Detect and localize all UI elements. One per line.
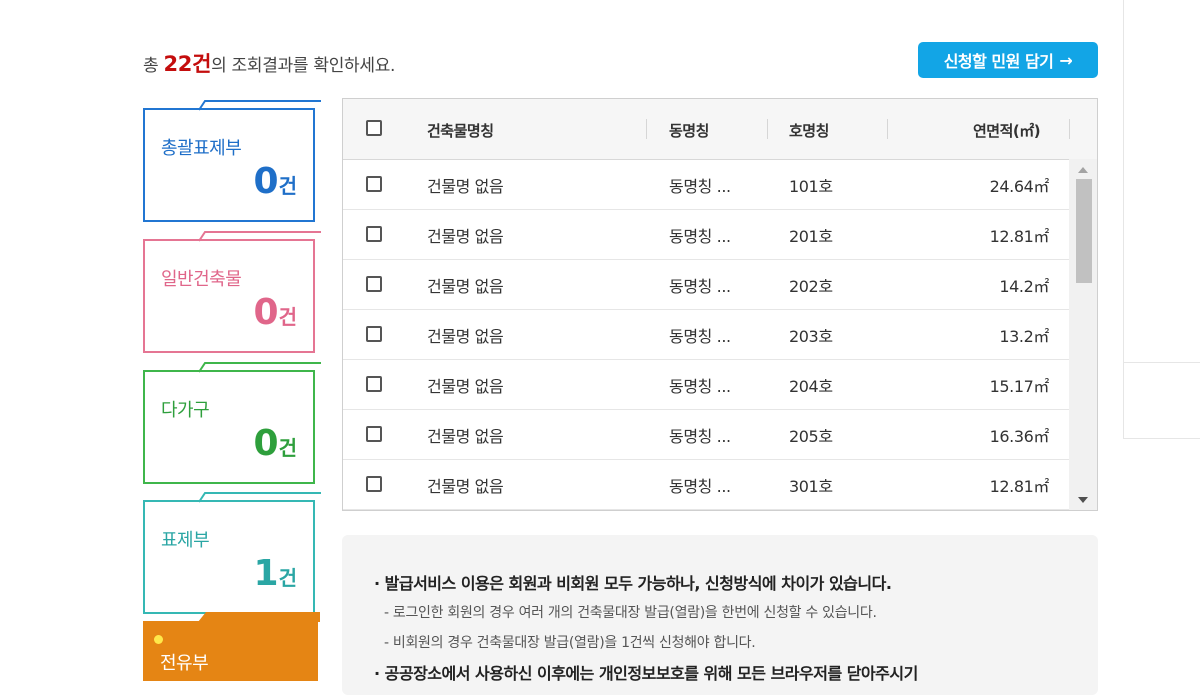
side-panel — [1123, 0, 1200, 439]
result-table: 건축물명칭 동명칭 호명칭 연면적(㎡) 건물명 없음 동명칭 ... 101호… — [342, 98, 1098, 511]
cell-ho: 204호 — [789, 377, 833, 396]
header-dong: 동명칭 — [669, 122, 709, 140]
table-row[interactable]: 건물명 없음 동명칭 ... 202호 14.2㎡ — [343, 259, 1069, 310]
arrow-right-icon: → — [1059, 50, 1073, 70]
notice-sub-1: - 로그인한 회원의 경우 여러 개의 건축물대장 발급(열람)을 한번에 신청… — [384, 605, 877, 621]
cell-building-name: 건물명 없음 — [427, 227, 504, 246]
category-card-multi-family[interactable]: 다가구 0건 — [143, 362, 321, 484]
category-card-general-building[interactable]: 일반건축물 0건 — [143, 231, 321, 353]
cell-dong: 동명칭 ... — [669, 427, 731, 446]
cell-dong: 동명칭 ... — [669, 277, 731, 296]
table-header: 건축물명칭 동명칭 호명칭 연면적(㎡) — [343, 99, 1097, 160]
selected-dot-icon — [154, 635, 163, 644]
table-row[interactable]: 건물명 없음 동명칭 ... 203호 13.2㎡ — [343, 309, 1069, 360]
cell-dong: 동명칭 ... — [669, 377, 731, 396]
service-notice: · 발급서비스 이용은 회원과 비회원 모두 가능하나, 신청방식에 차이가 있… — [342, 535, 1098, 695]
cell-building-name: 건물명 없음 — [427, 377, 504, 396]
table-row[interactable]: 건물명 없음 동명칭 ... 204호 15.17㎡ — [343, 359, 1069, 410]
row-checkbox[interactable] — [366, 326, 382, 342]
header-area: 연면적(㎡) — [973, 122, 1041, 140]
header-building-name: 건축물명칭 — [427, 122, 494, 140]
category-card-general-title[interactable]: 총괄표제부 0건 — [143, 100, 321, 222]
table-body: 건물명 없음 동명칭 ... 101호 24.64㎡ 건물명 없음 동명칭 ..… — [343, 159, 1069, 510]
notice-main-1: · 발급서비스 이용은 회원과 비회원 모두 가능하나, 신청방식에 차이가 있… — [374, 574, 892, 593]
cell-ho: 202호 — [789, 277, 833, 296]
cell-building-name: 건물명 없음 — [427, 427, 504, 446]
row-checkbox[interactable] — [366, 426, 382, 442]
row-checkbox[interactable] — [366, 376, 382, 392]
category-label: 전유부 — [160, 653, 209, 674]
cell-building-name: 건물명 없음 — [427, 477, 504, 496]
notice-sub-2: - 비회원의 경우 건축물대장 발급(열람)을 1건씩 신청해야 합니다. — [384, 635, 756, 651]
side-panel-divider — [1124, 362, 1200, 363]
notice-main-2: · 공공장소에서 사용하신 이후에는 개인정보보호를 위해 모든 브라우저를 닫… — [374, 664, 918, 683]
header-separator — [767, 119, 768, 139]
header-separator — [646, 119, 647, 139]
cell-building-name: 건물명 없음 — [427, 277, 504, 296]
row-checkbox[interactable] — [366, 276, 382, 292]
cell-building-name: 건물명 없음 — [427, 177, 504, 196]
row-checkbox[interactable] — [366, 476, 382, 492]
scroll-down-icon[interactable] — [1078, 497, 1088, 503]
table-row[interactable]: 건물명 없음 동명칭 ... 201호 12.81㎡ — [343, 209, 1069, 260]
card-tab — [199, 492, 321, 503]
cell-building-name: 건물명 없음 — [427, 327, 504, 346]
row-checkbox[interactable] — [366, 226, 382, 242]
category-card-title-part[interactable]: 표제부 1건 — [143, 492, 321, 614]
scroll-thumb[interactable] — [1076, 179, 1092, 283]
category-label: 다가구 — [161, 400, 210, 421]
cell-area: 24.64㎡ — [989, 177, 1050, 196]
table-row[interactable]: 건물명 없음 동명칭 ... 101호 24.64㎡ — [343, 159, 1069, 210]
result-count: 22건 — [163, 52, 212, 76]
scroll-up-icon[interactable] — [1078, 167, 1088, 173]
cell-area: 16.36㎡ — [989, 427, 1050, 446]
cell-ho: 203호 — [789, 327, 833, 346]
cell-area: 12.81㎡ — [989, 477, 1050, 496]
card-tab — [199, 231, 321, 242]
cell-ho: 101호 — [789, 177, 833, 196]
cell-dong: 동명칭 ... — [669, 177, 731, 196]
header-ho: 호명칭 — [789, 122, 829, 140]
cell-ho: 301호 — [789, 477, 833, 496]
header-separator — [1069, 119, 1070, 139]
add-application-button[interactable]: 신청할 민원 담기 → — [918, 42, 1098, 78]
row-checkbox[interactable] — [366, 176, 382, 192]
result-summary: 총 22건의 조회결과를 확인하세요. — [143, 48, 395, 78]
cell-dong: 동명칭 ... — [669, 227, 731, 246]
category-label: 표제부 — [161, 530, 210, 551]
cell-dong: 동명칭 ... — [669, 477, 731, 496]
table-row[interactable]: 건물명 없음 동명칭 ... 205호 16.36㎡ — [343, 409, 1069, 460]
category-count: 0건 — [253, 292, 297, 333]
cell-area: 12.81㎡ — [989, 227, 1050, 246]
card-tab — [198, 612, 320, 622]
summary-suffix: 의 조회결과를 확인하세요. — [211, 56, 396, 76]
select-all-checkbox[interactable] — [366, 120, 382, 136]
cell-area: 15.17㎡ — [989, 377, 1050, 396]
card-tab — [199, 362, 321, 373]
card-tab — [199, 100, 321, 111]
cell-ho: 201호 — [789, 227, 833, 246]
cell-area: 13.2㎡ — [999, 327, 1049, 346]
table-scrollbar[interactable] — [1069, 159, 1097, 510]
category-count: 1건 — [253, 553, 297, 594]
summary-prefix: 총 — [143, 56, 164, 76]
category-card-exclusive-part[interactable]: 전유부 — [143, 612, 320, 681]
cell-area: 14.2㎡ — [999, 277, 1049, 296]
category-label: 총괄표제부 — [161, 138, 242, 159]
category-count: 0건 — [253, 423, 297, 464]
table-row[interactable]: 건물명 없음 동명칭 ... 301호 12.81㎡ — [343, 459, 1069, 510]
cell-dong: 동명칭 ... — [669, 327, 731, 346]
category-label: 일반건축물 — [161, 269, 242, 290]
add-application-label: 신청할 민원 담기 — [943, 52, 1054, 71]
cell-ho: 205호 — [789, 427, 833, 446]
category-count: 0건 — [253, 161, 297, 202]
header-separator — [887, 119, 888, 139]
